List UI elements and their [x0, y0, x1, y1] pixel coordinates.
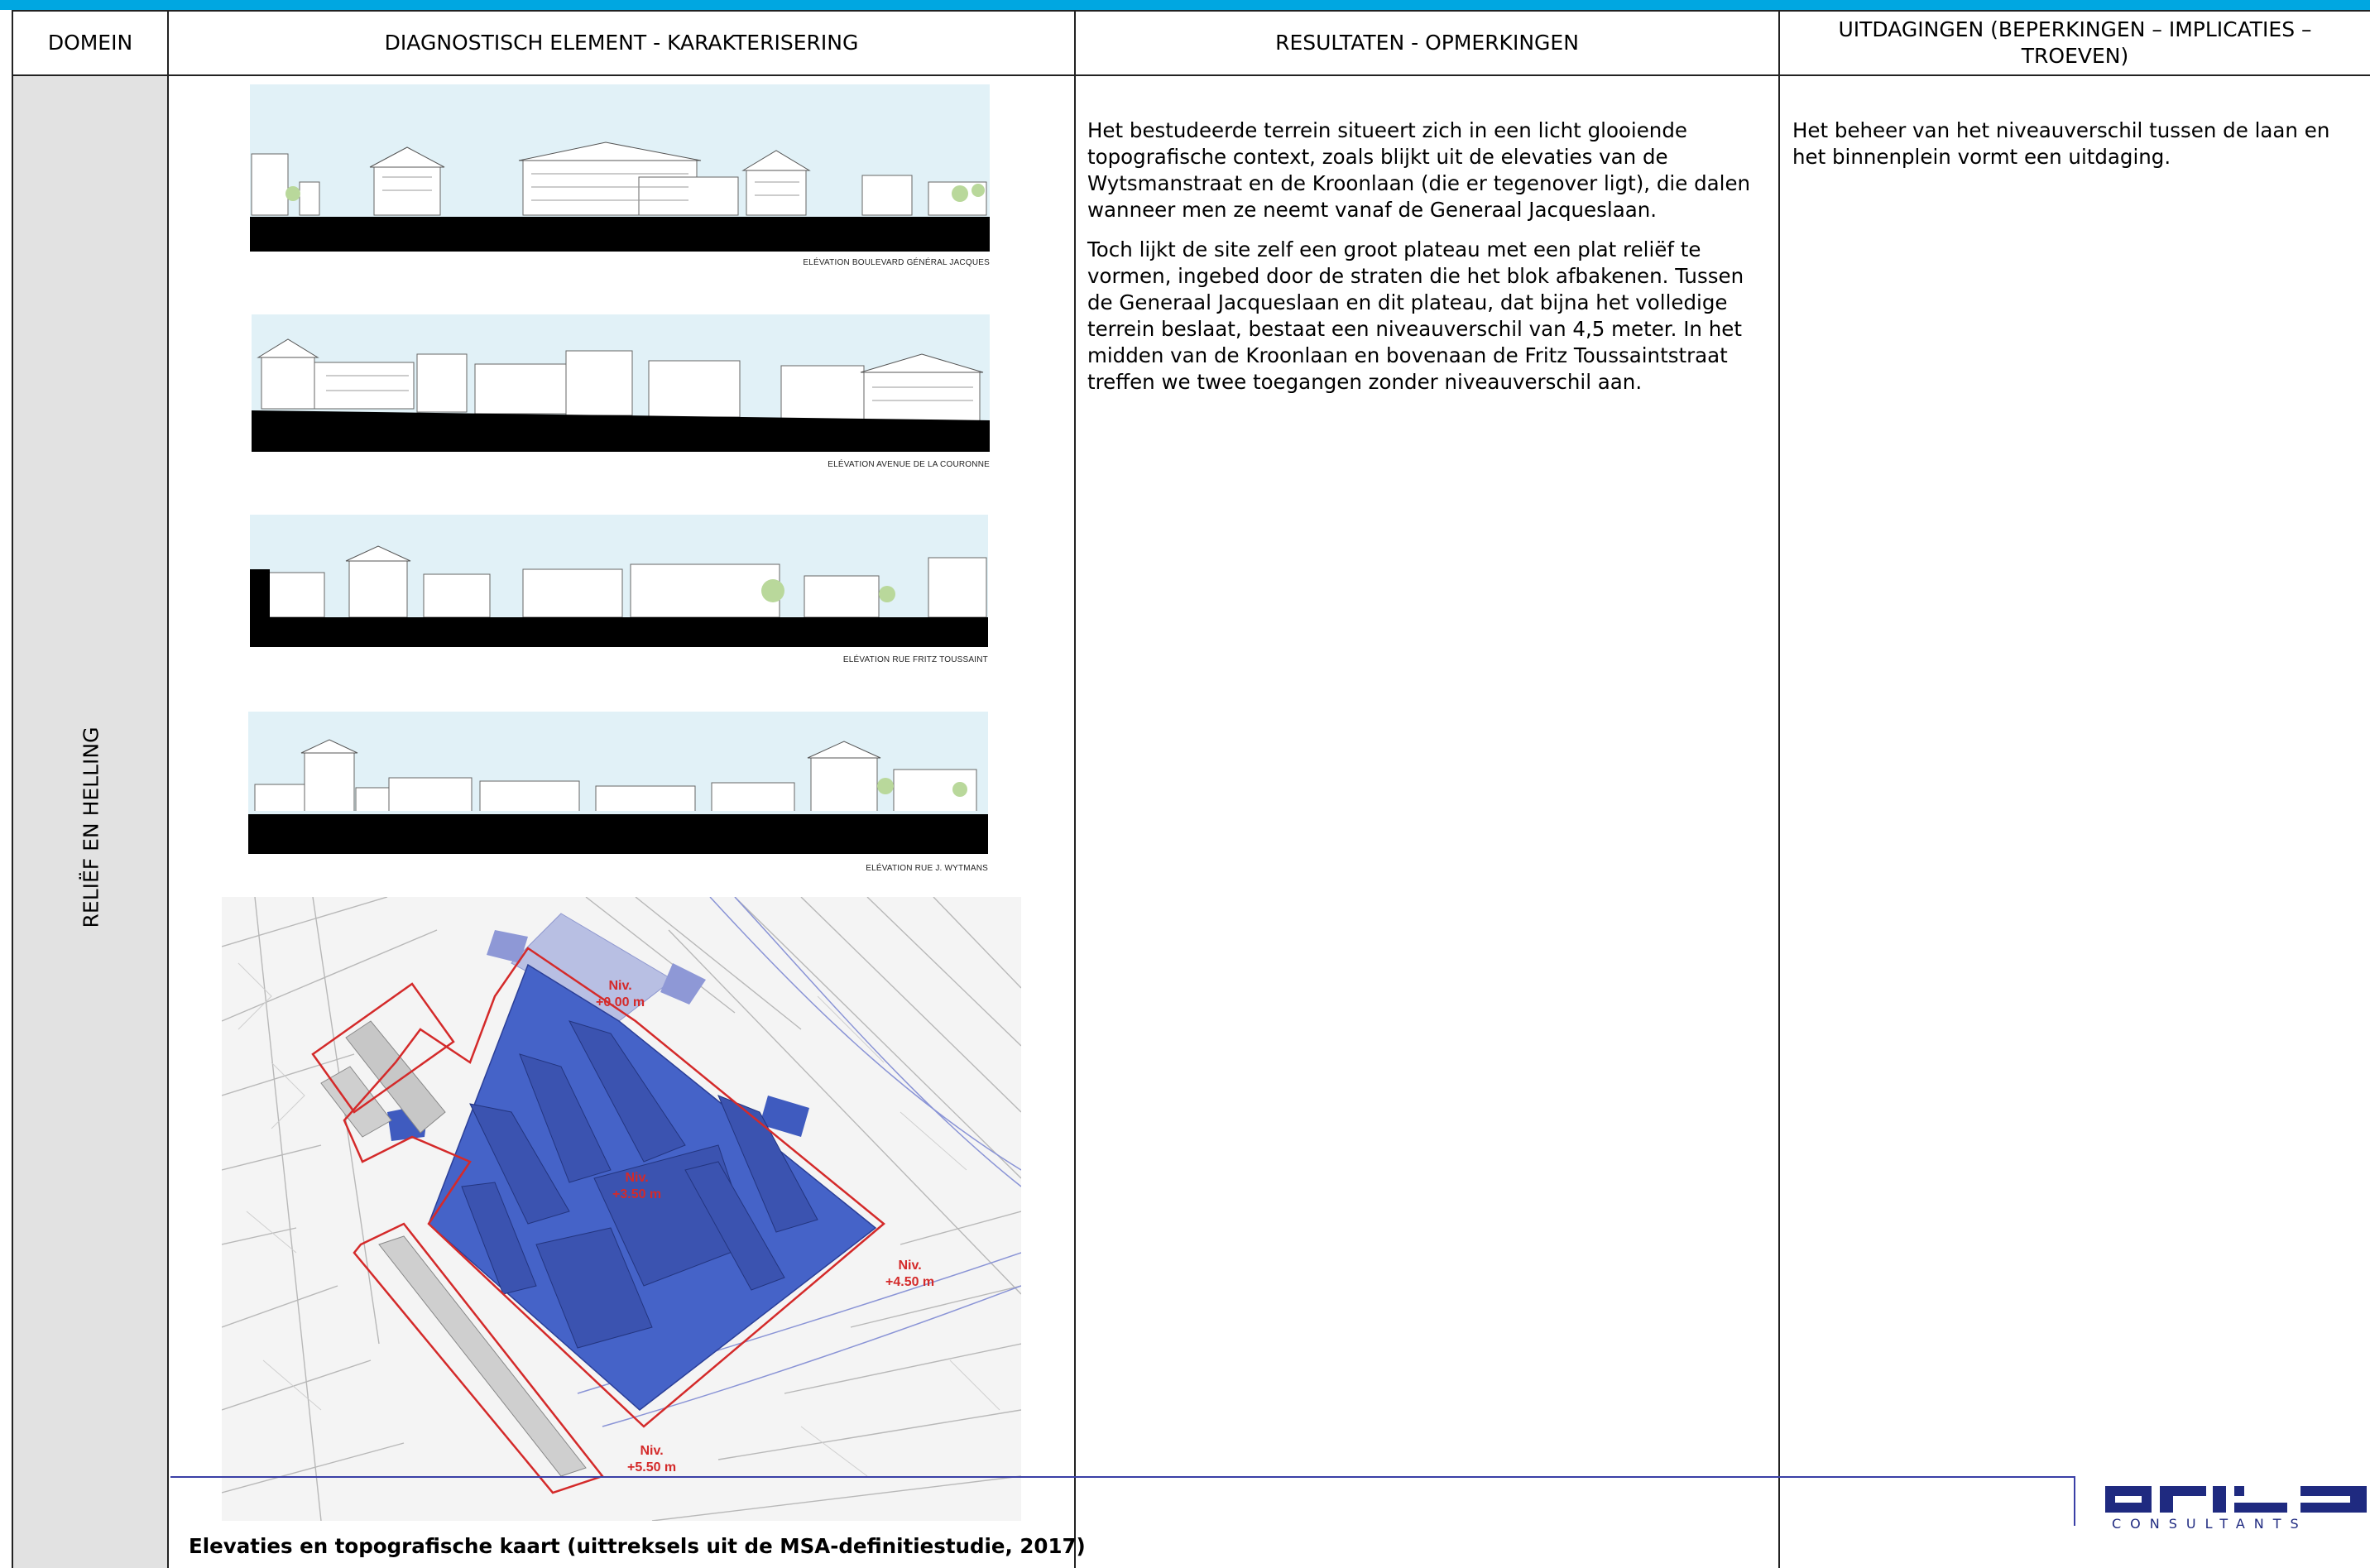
map-level-label-3: Niv. +4.50 m — [885, 1259, 935, 1289]
elevation-drawing-general-jacques — [250, 84, 990, 252]
elevation-caption-3: ELÉVATION RUE FRITZ TOUSSAINT — [842, 655, 988, 664]
elevation-caption-1: ELÉVATION BOULEVARD GÉNÉRAL JACQUES — [803, 258, 990, 267]
elevation-drawing-fritz-toussaint — [250, 515, 988, 647]
results-paragraph-2: Toch lijkt de site zelf een groot platea… — [1087, 237, 1744, 394]
figure-caption: Elevaties en topografische kaart (uittre… — [189, 1534, 1086, 1558]
header-results: RESULTATEN - OPMERKINGEN — [1275, 31, 1579, 55]
topographic-map: Niv. +0.00 m Niv. +3.50 m Niv. +4.50 m Niv.… — [222, 897, 1021, 1521]
map-level-label-4: Niv. +5.50 m — [627, 1444, 677, 1474]
footer-line-vertical — [2074, 1476, 2075, 1526]
results-text: Het bestudeerde terrein situeert zich in… — [1087, 117, 1774, 409]
logo-subtitle: CONSULTANTS — [2112, 1516, 2308, 1532]
header-diagnostic: DIAGNOSTISCH ELEMENT - KARAKTERISERING — [384, 31, 859, 55]
header-domain: DOMEIN — [47, 31, 133, 55]
top-accent-bar — [0, 0, 2370, 10]
map-level-label-1: Niv. +0.00 m — [596, 979, 645, 1009]
challenges-text: Het beheer van het niveauverschil tussen… — [1792, 118, 2330, 169]
elevation-caption-4: ELÉVATION RUE J. WYTMANS — [866, 864, 988, 873]
domain-label: RELIËF EN HELLING — [79, 726, 103, 928]
table-header-bottom — [12, 74, 2370, 76]
results-paragraph-1: Het bestudeerde terrein situeert zich in… — [1087, 118, 1751, 222]
table-divider-domain — [167, 10, 169, 1568]
map-level-label-2: Niv. +3.50 m — [612, 1171, 662, 1201]
table-divider-results — [1778, 10, 1780, 1568]
elevation-drawing-couronne — [252, 314, 990, 452]
footer-line — [170, 1476, 2074, 1478]
elevation-caption-2: ELÉVATION AVENUE DE LA COURONNE — [828, 460, 990, 469]
header-challenges: UITDAGINGEN (BEPERKINGEN – IMPLICATIES –… — [1838, 17, 2312, 68]
elevation-drawing-wytmans — [248, 712, 988, 854]
table-divider-diagnostic — [1074, 10, 1076, 1568]
